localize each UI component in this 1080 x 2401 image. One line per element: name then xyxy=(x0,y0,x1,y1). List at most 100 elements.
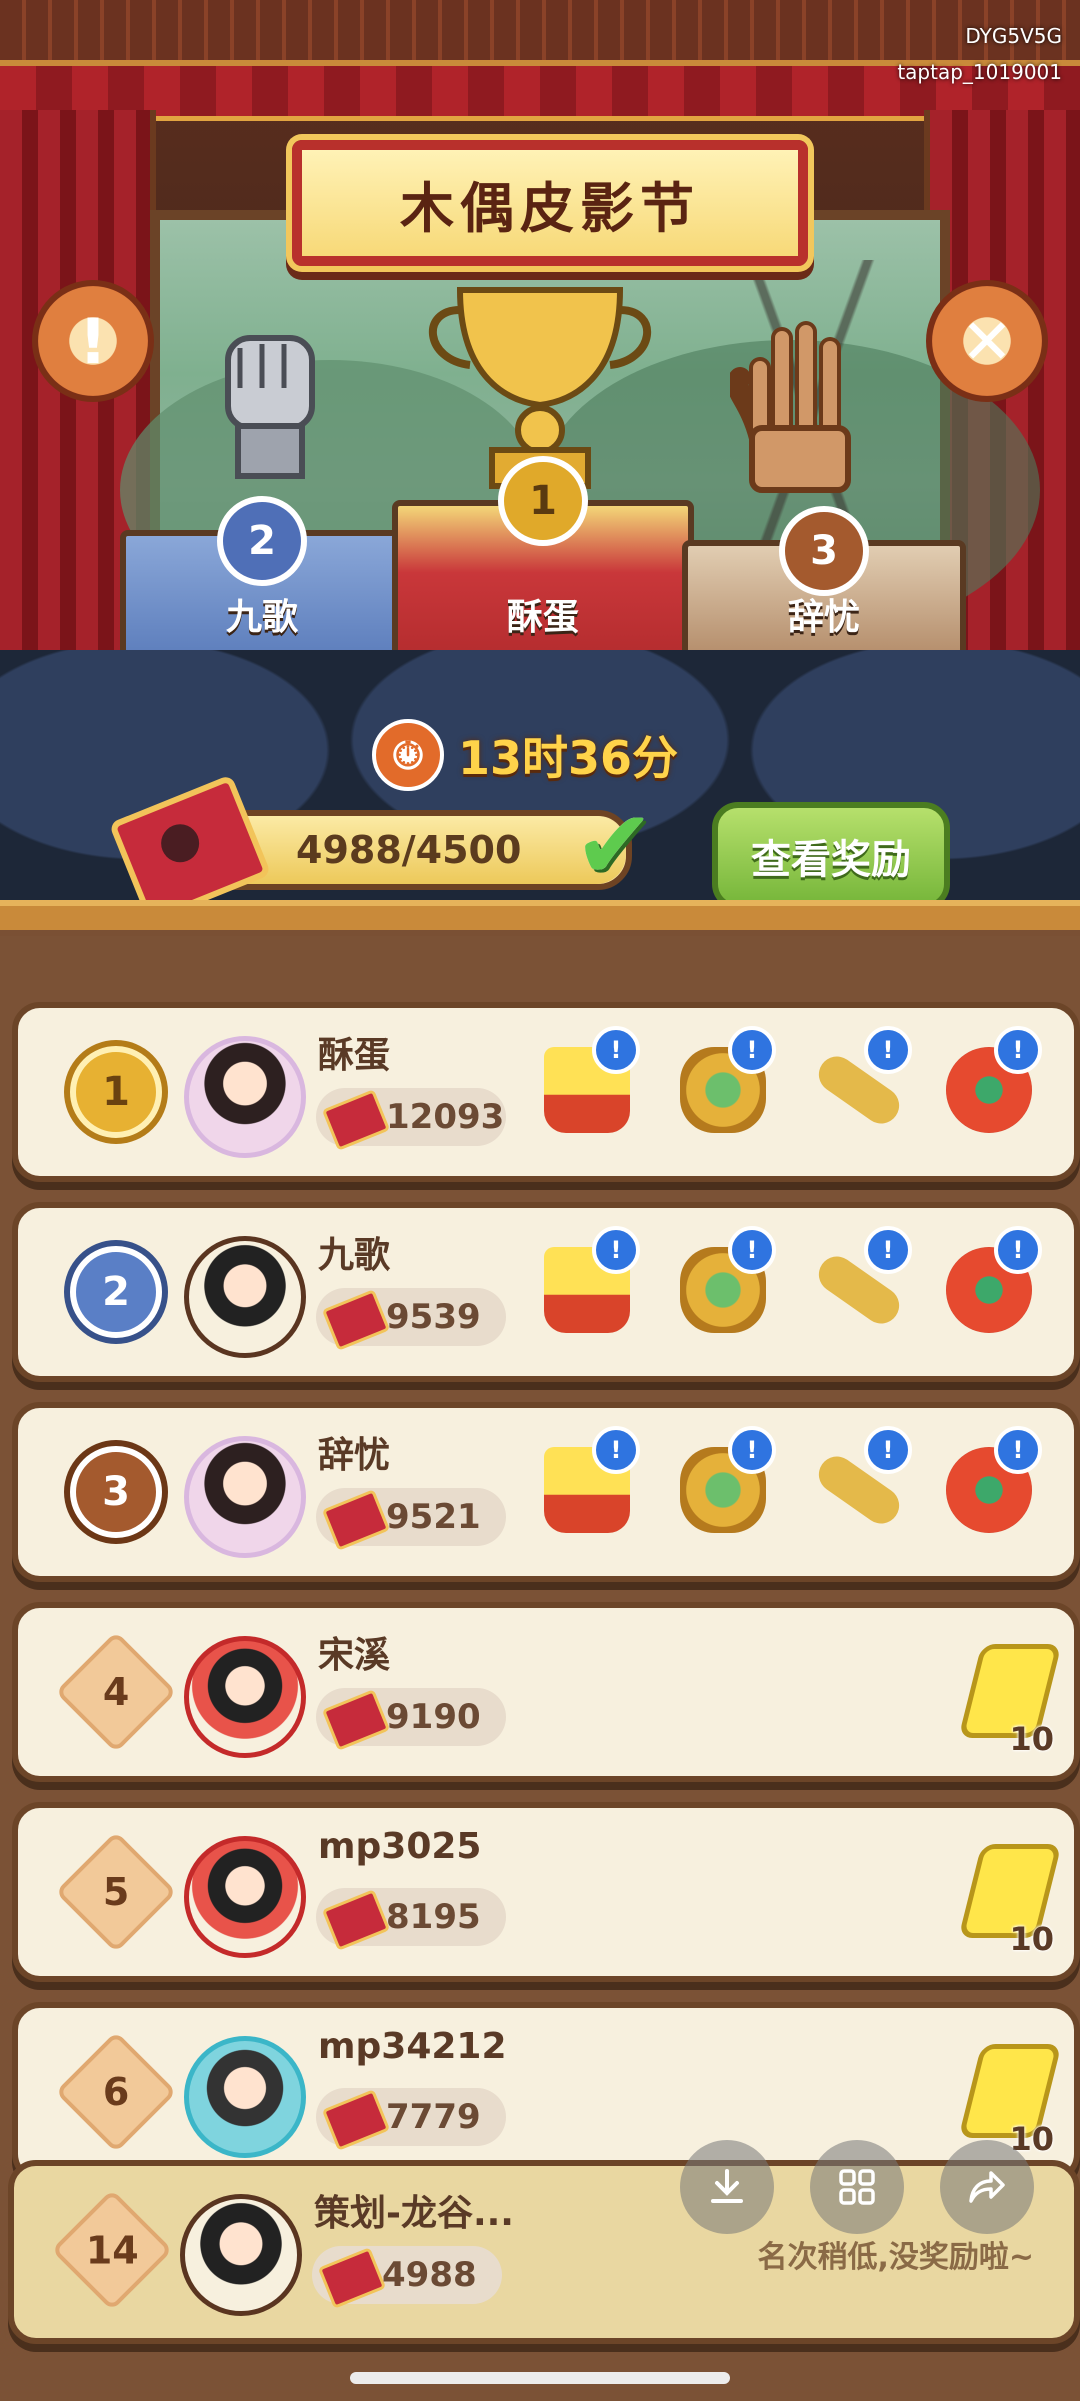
rank-badge-1: 1 xyxy=(498,456,588,546)
lucky-bag-icon[interactable]: ! xyxy=(934,1226,1044,1348)
avatar[interactable] xyxy=(184,1636,306,1758)
info-dot-icon: ! xyxy=(728,1426,776,1474)
info-button[interactable]: ! xyxy=(32,280,154,402)
player-name: mp34212 xyxy=(318,2026,507,2067)
avatar[interactable] xyxy=(184,1436,306,1558)
avatar[interactable] xyxy=(184,1036,306,1158)
ticket-icon xyxy=(321,2089,391,2151)
avatar[interactable] xyxy=(184,1236,306,1358)
score-value: 7779 xyxy=(386,2097,481,2137)
info-dot-icon: ! xyxy=(864,1226,912,1274)
exclamation-icon: ! xyxy=(78,304,108,378)
fries-bucket-icon[interactable]: ! xyxy=(532,1026,642,1148)
player-name: 九歌 xyxy=(318,1235,391,1276)
score-pill: 9539 xyxy=(316,1288,506,1351)
rank-number: 2 xyxy=(70,1246,162,1338)
treasure-chest-icon[interactable]: ! xyxy=(668,1426,778,1548)
no-reward-hint: 名次稍低,没奖励啦~ xyxy=(757,2240,1034,2275)
download-button[interactable] xyxy=(680,2140,774,2234)
lightning-energy-icon[interactable]: 10 xyxy=(958,2044,1062,2158)
watermark-line: DYG5V5G xyxy=(965,24,1062,48)
info-dot-icon: ! xyxy=(592,1226,640,1274)
energy-count: 10 xyxy=(1009,1920,1054,1958)
rank-number: 5 xyxy=(102,1869,130,1914)
event-title: 木偶皮影节 xyxy=(292,140,808,266)
info-dot-icon: ! xyxy=(592,1426,640,1474)
checkmark-icon: ✔ xyxy=(574,789,655,901)
view-rewards-button[interactable]: 查看奖励 xyxy=(712,802,950,910)
gold-trophy-rank-icon: 1 xyxy=(58,1032,174,1152)
silver-fist-rank-icon: 2 xyxy=(58,1232,174,1352)
leaderboard-row[interactable]: 2 九歌 9539 ! ! ! ! xyxy=(12,1202,1080,1382)
rank-number: 4 xyxy=(102,1669,130,1714)
ticket-icon xyxy=(321,1289,391,1351)
score-value: 4988 xyxy=(382,2255,477,2295)
grid-icon xyxy=(839,2169,875,2205)
rank-number: 14 xyxy=(85,2227,139,2272)
share-button[interactable] xyxy=(940,2140,1034,2234)
close-button[interactable]: ✕ xyxy=(926,280,1048,402)
home-indicator[interactable] xyxy=(350,2372,730,2384)
info-dot-icon: ! xyxy=(864,1026,912,1074)
rank-diamond: 5 xyxy=(55,1831,177,1953)
leaderboard-row[interactable]: 6 mp34212 7779 10 xyxy=(12,2002,1080,2182)
score-pill: 4988 xyxy=(312,2246,502,2309)
key-icon[interactable]: ! xyxy=(804,1226,914,1348)
lightning-energy-icon[interactable]: 10 xyxy=(958,1644,1062,1758)
ticket-icon xyxy=(321,1489,391,1551)
key-icon[interactable]: ! xyxy=(804,1026,914,1148)
avatar[interactable] xyxy=(184,1836,306,1958)
ticket-icon xyxy=(321,1689,391,1751)
score-pill: 8195 xyxy=(316,1888,506,1951)
leaderboard-row[interactable]: 1 酥蛋 12093 ! ! ! ! xyxy=(12,1002,1080,1182)
rank-number: 1 xyxy=(70,1046,162,1138)
info-dot-icon: ! xyxy=(994,1026,1042,1074)
lucky-bag-icon[interactable]: ! xyxy=(934,1026,1044,1148)
avatar[interactable] xyxy=(180,2194,302,2316)
info-dot-icon: ! xyxy=(864,1426,912,1474)
score-pill: 9521 xyxy=(316,1488,506,1551)
leaderboard-row[interactable]: 4 宋溪 9190 10 xyxy=(12,1602,1080,1782)
share-icon xyxy=(969,2171,1005,2203)
ticket-icon xyxy=(321,1889,391,1951)
clock-icon: ⏱ xyxy=(372,719,444,791)
podium-third: 3 辞忧 xyxy=(682,506,966,660)
podium-name-second: 九歌 xyxy=(225,597,298,638)
grid-button[interactable] xyxy=(810,2140,904,2234)
rank-number: 3 xyxy=(70,1446,162,1538)
ticket-icon xyxy=(321,1089,391,1151)
fries-bucket-icon[interactable]: ! xyxy=(532,1426,642,1548)
stage-rail xyxy=(0,900,1080,930)
player-name: 宋溪 xyxy=(318,1635,391,1676)
player-name: 酥蛋 xyxy=(318,1035,391,1076)
leaderboard-row[interactable]: 3 辞忧 9521 ! ! ! ! xyxy=(12,1402,1080,1582)
player-name: 策划-龙谷... xyxy=(314,2193,514,2234)
score-pill: 12093 xyxy=(316,1088,506,1151)
my-rank-row[interactable]: 14 策划-龙谷... 4988 名次稍低,没奖励啦~ xyxy=(8,2160,1080,2344)
info-dot-icon: ! xyxy=(592,1026,640,1074)
countdown-timer: ⏱ 13时36分 xyxy=(372,719,679,791)
score-value: 9190 xyxy=(386,1697,481,1737)
timer-text: 13时36分 xyxy=(458,731,679,785)
rank-number: 6 xyxy=(102,2069,130,2114)
ticket-icon xyxy=(317,2247,387,2309)
energy-count: 10 xyxy=(1009,1720,1054,1758)
avatar[interactable] xyxy=(184,2036,306,2158)
rank-diamond: 6 xyxy=(55,2031,177,2153)
fries-bucket-icon[interactable]: ! xyxy=(532,1226,642,1348)
key-icon[interactable]: ! xyxy=(804,1426,914,1548)
score-value: 8195 xyxy=(386,1897,481,1937)
info-dot-icon: ! xyxy=(728,1226,776,1274)
lightning-energy-icon[interactable]: 10 xyxy=(958,1844,1062,1958)
podium-second: 2 九歌 xyxy=(120,496,404,660)
info-dot-icon: ! xyxy=(994,1226,1042,1274)
rank-badge-2: 2 xyxy=(217,496,307,586)
podium-first: 1 酥蛋 xyxy=(392,456,694,660)
leaderboard-row[interactable]: 5 mp3025 8195 10 xyxy=(12,1802,1080,1982)
score-value: 9539 xyxy=(386,1297,481,1337)
lucky-bag-icon[interactable]: ! xyxy=(934,1426,1044,1548)
treasure-chest-icon[interactable]: ! xyxy=(668,1226,778,1348)
info-dot-icon: ! xyxy=(994,1426,1042,1474)
treasure-chest-icon[interactable]: ! xyxy=(668,1026,778,1148)
bronze-hand-rank-icon: 3 xyxy=(58,1432,174,1552)
